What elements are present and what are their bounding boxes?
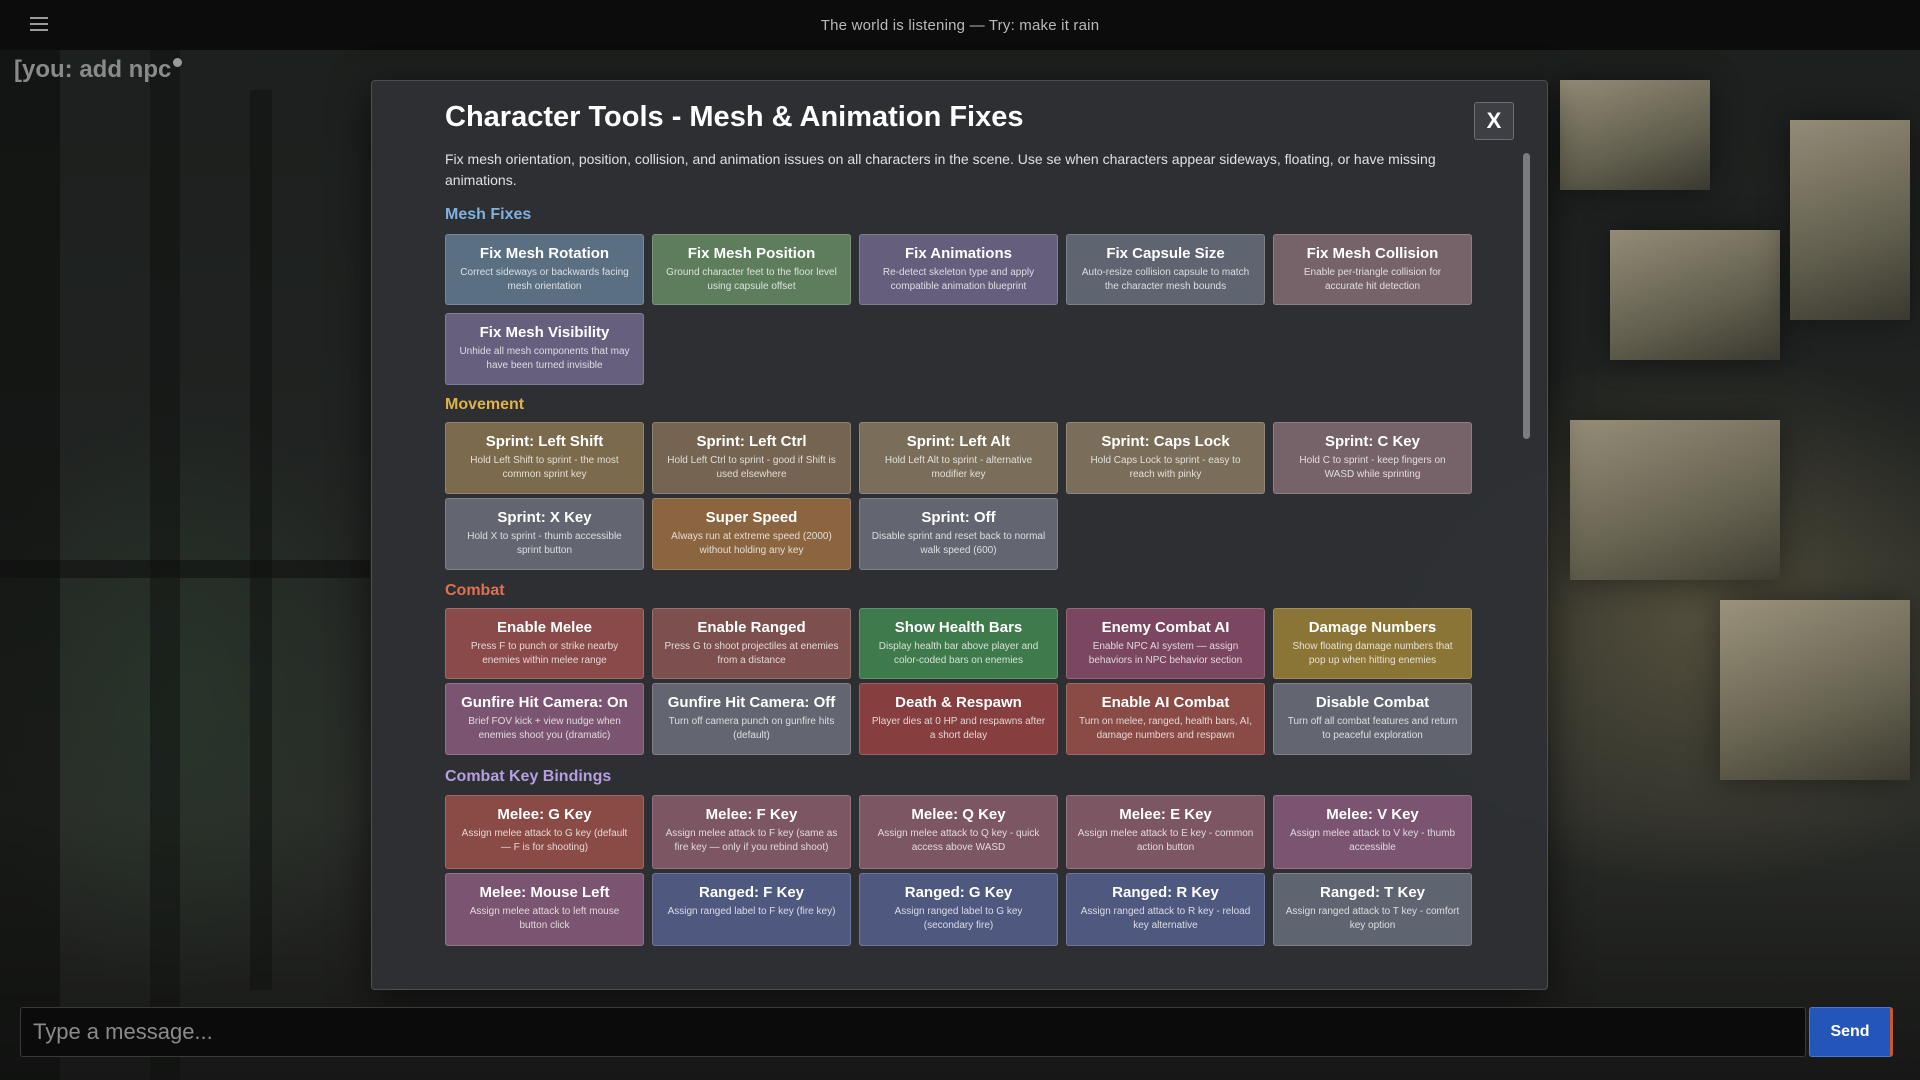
- fix-mesh-collision-button[interactable]: Fix Mesh Collision Enable per-triangle co…: [1273, 234, 1472, 305]
- enable-ranged-button[interactable]: Enable Ranged Press G to shoot projectile…: [652, 608, 851, 679]
- character-tools-modal: Character Tools - Mesh & Animation Fixes…: [371, 80, 1548, 990]
- disable-combat-button[interactable]: Disable Combat Turn off all combat featur…: [1273, 683, 1472, 755]
- enable-melee-button[interactable]: Enable Melee Press F to punch or strike n…: [445, 608, 644, 679]
- damage-numbers-button[interactable]: Damage Numbers Show floating damage numbe…: [1273, 608, 1472, 679]
- modal-description: Fix mesh orientation, position, collisio…: [445, 151, 1436, 188]
- melee-g-key-button[interactable]: Melee: G Key Assign melee attack to G key…: [445, 795, 644, 869]
- sprint-left-shift-button[interactable]: Sprint: Left Shift Hold Left Shift to spr…: [445, 422, 644, 494]
- top-bar: The world is listening — Try: make it ra…: [0, 0, 1920, 50]
- section-title-movement: Movement: [445, 396, 525, 413]
- close-button[interactable]: X: [1474, 102, 1514, 140]
- death-respawn-button[interactable]: Death & Respawn Player dies at 0 HP and r…: [859, 683, 1058, 755]
- melee-mouse-left-button[interactable]: Melee: Mouse Left Assign melee attack to …: [445, 873, 644, 946]
- gunfire-hit-camera-off-button[interactable]: Gunfire Hit Camera: Off Turn off camera p…: [652, 683, 851, 755]
- chat-message-input[interactable]: [21, 1018, 1775, 1046]
- user-command-text: [you: add npc: [14, 56, 183, 84]
- status-dot-icon: [173, 58, 183, 67]
- fix-capsule-size-button[interactable]: Fix Capsule Size Auto-resize collision ca…: [1066, 234, 1265, 305]
- enable-ai-combat-button[interactable]: Enable AI Combat Turn on melee, ranged, h…: [1066, 683, 1265, 755]
- sprint-off-button[interactable]: Sprint: Off Disable sprint and reset back…: [859, 498, 1058, 570]
- fix-mesh-rotation-button[interactable]: Fix Mesh Rotation Correct sideways or bac…: [445, 234, 644, 305]
- ranged-g-key-button[interactable]: Ranged: G Key Assign ranged label to G ke…: [859, 873, 1058, 946]
- modal-scrollbar[interactable]: [1523, 153, 1530, 439]
- world-status-text: The world is listening — Try: make it ra…: [820, 16, 1100, 34]
- chat-bar: [20, 1007, 1806, 1057]
- super-speed-button[interactable]: Super Speed Always run at extreme speed (…: [652, 498, 851, 570]
- fix-mesh-position-button[interactable]: Fix Mesh Position Ground character feet t…: [652, 234, 851, 305]
- sprint-left-alt-button[interactable]: Sprint: Left Alt Hold Left Alt to sprint …: [859, 422, 1058, 494]
- sprint-x-key-button[interactable]: Sprint: X Key Hold X to sprint - thumb ac…: [445, 498, 644, 570]
- gunfire-hit-camera-on-button[interactable]: Gunfire Hit Camera: On Brief FOV kick + v…: [445, 683, 644, 755]
- show-health-bars-button[interactable]: Show Health Bars Display health bar above…: [859, 608, 1058, 679]
- section-title-combat: Combat: [445, 582, 505, 599]
- enemy-combat-ai-button[interactable]: Enemy Combat AI Enable NPC AI system — as…: [1066, 608, 1265, 679]
- send-button[interactable]: Send: [1809, 1007, 1893, 1057]
- melee-v-key-button[interactable]: Melee: V Key Assign melee attack to V key…: [1273, 795, 1472, 869]
- ranged-r-key-button[interactable]: Ranged: R Key Assign ranged attack to R k…: [1066, 873, 1265, 946]
- sprint-left-ctrl-button[interactable]: Sprint: Left Ctrl Hold Left Ctrl to sprin…: [652, 422, 851, 494]
- section-title-combat-key-bindings: Combat Key Bindings: [445, 768, 612, 785]
- melee-f-key-button[interactable]: Melee: F Key Assign melee attack to F key…: [652, 795, 851, 869]
- modal-title: Character Tools - Mesh & Animation Fixes: [445, 101, 1024, 133]
- sprint-caps-lock-button[interactable]: Sprint: Caps Lock Hold Caps Lock to sprin…: [1066, 422, 1265, 494]
- melee-q-key-button[interactable]: Melee: Q Key Assign melee attack to Q key…: [859, 795, 1058, 869]
- ranged-f-key-button[interactable]: Ranged: F Key Assign ranged label to F ke…: [652, 873, 851, 946]
- melee-e-key-button[interactable]: Melee: E Key Assign melee attack to E key…: [1066, 795, 1265, 869]
- ranged-t-key-button[interactable]: Ranged: T Key Assign ranged attack to T k…: [1273, 873, 1472, 946]
- section-title-mesh-fixes: Mesh Fixes: [445, 206, 532, 223]
- menu-icon[interactable]: [30, 17, 48, 31]
- sprint-c-key-button[interactable]: Sprint: C Key Hold C to sprint - keep fin…: [1273, 422, 1472, 494]
- fix-animations-button[interactable]: Fix Animations Re-detect skeleton type an…: [859, 234, 1058, 305]
- fix-mesh-visibility-button[interactable]: Fix Mesh Visibility Unhide all mesh compo…: [445, 313, 644, 385]
